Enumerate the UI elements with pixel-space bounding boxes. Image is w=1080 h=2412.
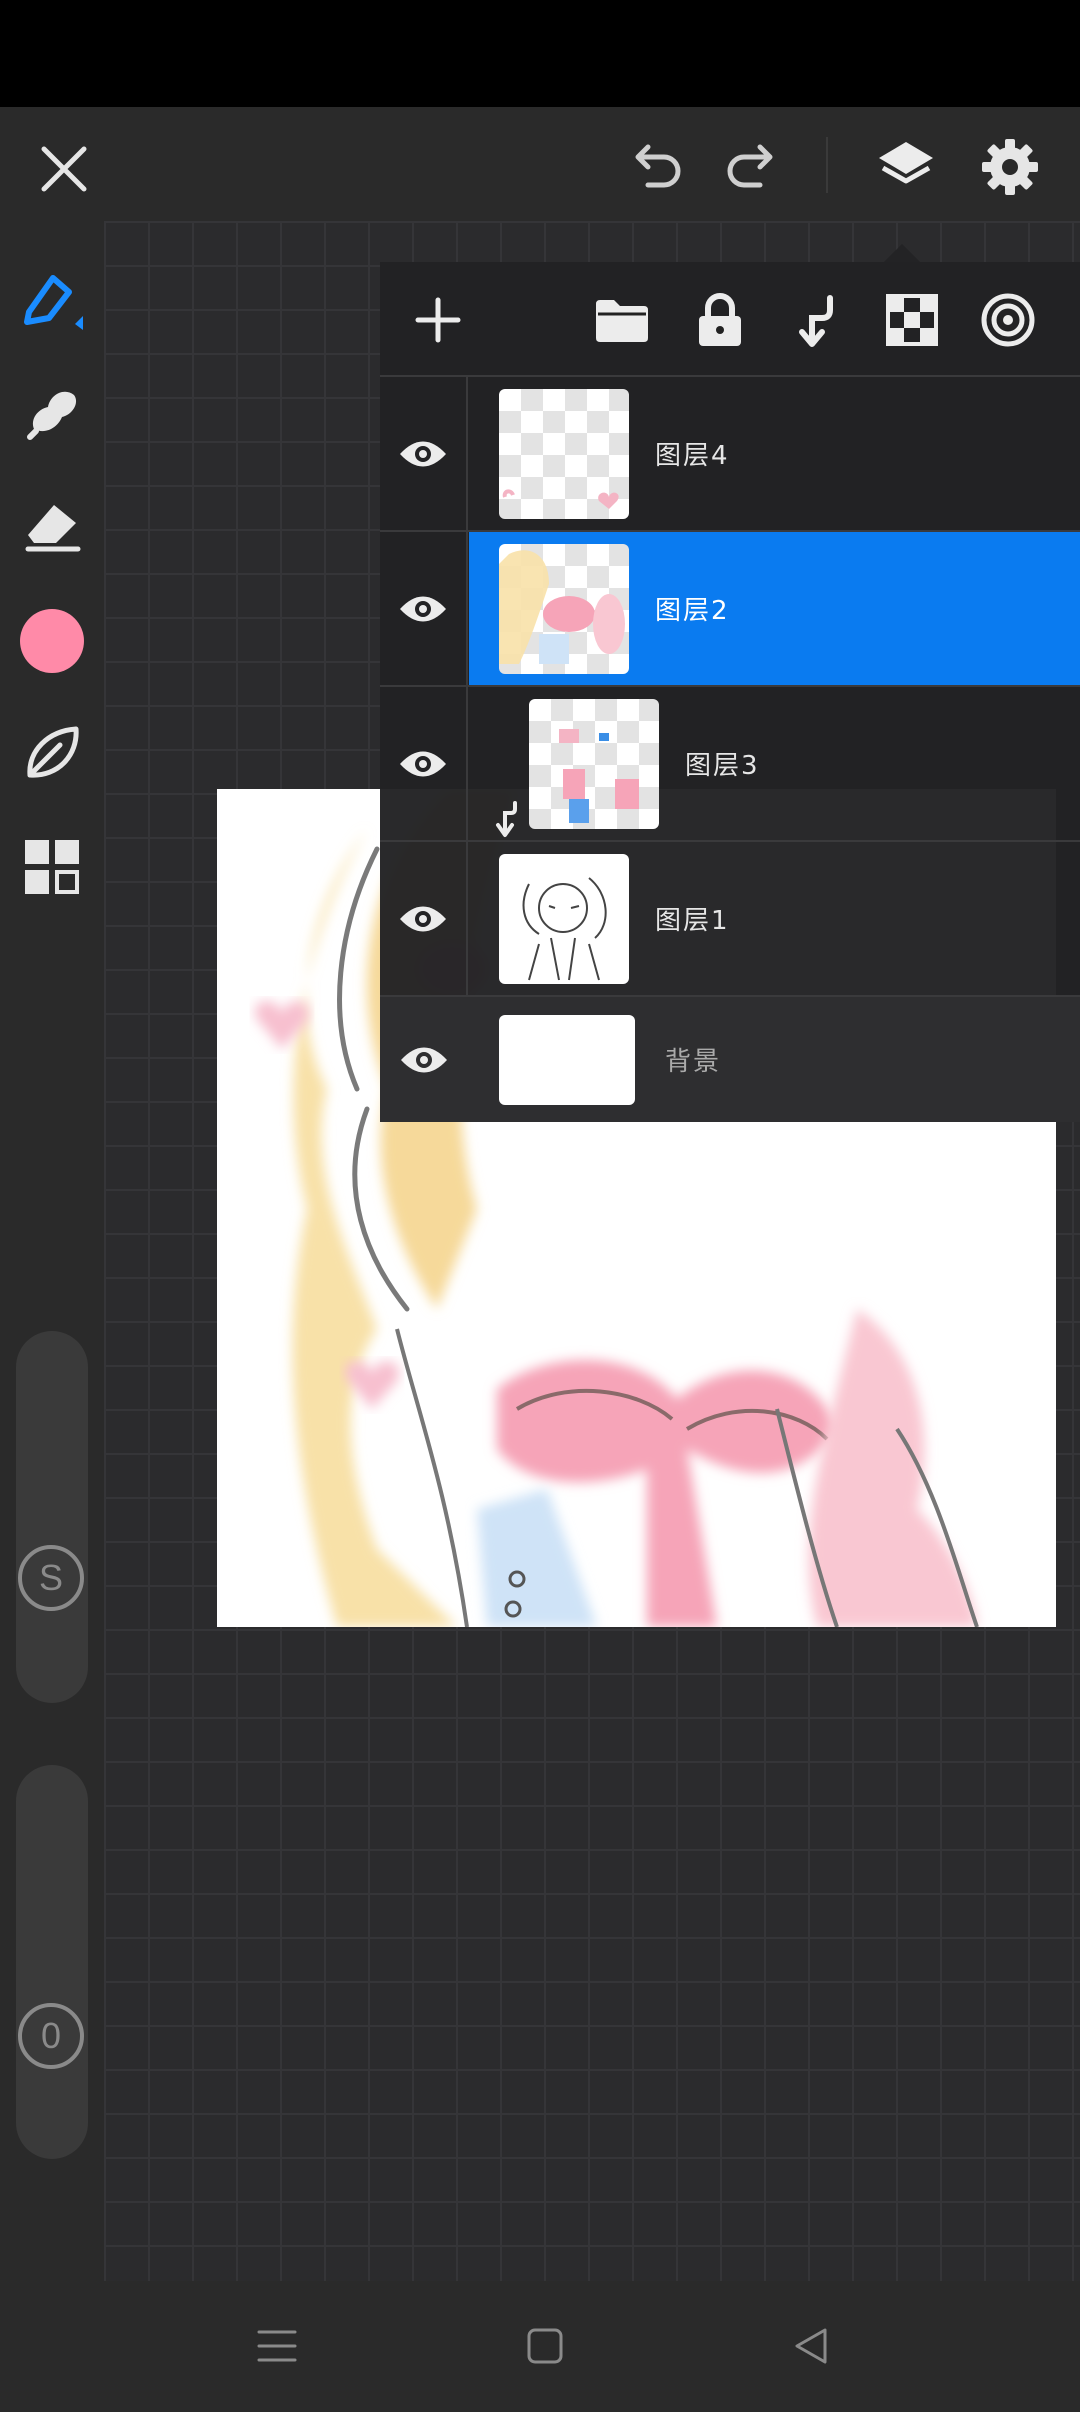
lock-icon bbox=[699, 293, 741, 346]
opacity-knob[interactable]: 0 bbox=[18, 2003, 84, 2069]
layer-thumbnail bbox=[499, 389, 629, 519]
pen-icon bbox=[24, 275, 83, 330]
leaf-icon bbox=[27, 726, 79, 778]
layer-name: 图层4 bbox=[655, 441, 730, 471]
home-button[interactable] bbox=[510, 2311, 580, 2381]
clip-indicator-icon bbox=[496, 801, 517, 837]
redo-button[interactable] bbox=[716, 131, 788, 203]
eraser-tool[interactable] bbox=[12, 483, 92, 563]
layer-thumbnail bbox=[499, 1015, 635, 1105]
back-button[interactable] bbox=[776, 2311, 846, 2381]
layers-button[interactable] bbox=[866, 127, 946, 207]
brush-size-slider[interactable] bbox=[16, 1331, 88, 1703]
eraser-icon bbox=[25, 505, 81, 552]
layer-row-background[interactable]: 背景 bbox=[380, 997, 1080, 1122]
color-button[interactable] bbox=[12, 601, 92, 681]
layer-row-clipped[interactable]: 图层3 bbox=[380, 687, 1080, 842]
layer-name: 图层1 bbox=[655, 906, 730, 936]
status-bar bbox=[0, 0, 1080, 107]
layer-row-selected[interactable]: 图层2 bbox=[380, 532, 1080, 687]
brush-size-knob[interactable]: S bbox=[18, 1545, 84, 1611]
left-toolbar: S 0 bbox=[0, 221, 104, 2281]
add-layer-button[interactable] bbox=[406, 288, 470, 352]
folder-button[interactable] bbox=[590, 288, 654, 352]
more-tools-button[interactable] bbox=[12, 827, 92, 907]
add-icon bbox=[415, 297, 461, 343]
layer-item[interactable]: 图层1 bbox=[469, 842, 1080, 995]
layers-panel-caret bbox=[884, 244, 920, 262]
clip-button[interactable] bbox=[784, 288, 848, 352]
menu-icon bbox=[257, 2330, 297, 2362]
clip-icon bbox=[799, 295, 833, 347]
lock-button[interactable] bbox=[688, 288, 752, 352]
visibility-toggle[interactable] bbox=[380, 842, 468, 995]
layer-effects-button[interactable] bbox=[976, 288, 1040, 352]
layer-thumbnail bbox=[529, 699, 659, 829]
layer-name: 背景 bbox=[665, 1047, 722, 1077]
brush-library-button[interactable] bbox=[12, 713, 92, 793]
layer-row[interactable]: 图层1 bbox=[380, 842, 1080, 997]
menu-button[interactable] bbox=[242, 2311, 312, 2381]
visibility-toggle[interactable] bbox=[380, 687, 468, 840]
transparency-button[interactable] bbox=[880, 288, 944, 352]
settings-button[interactable] bbox=[970, 127, 1050, 207]
layer-item[interactable]: 背景 bbox=[469, 997, 1080, 1122]
layer-thumbnail bbox=[499, 854, 629, 984]
color-swatch bbox=[20, 609, 84, 673]
layer-row[interactable]: 图层4 bbox=[380, 377, 1080, 532]
visibility-toggle[interactable] bbox=[380, 997, 468, 1122]
undo-icon bbox=[635, 144, 681, 188]
grid-icon bbox=[25, 840, 79, 894]
system-navigation-bar bbox=[0, 2281, 1080, 2412]
smudge-icon bbox=[27, 391, 77, 440]
gear-icon bbox=[982, 139, 1038, 195]
checker-icon bbox=[886, 294, 938, 346]
close-button[interactable] bbox=[28, 133, 100, 205]
close-icon bbox=[41, 146, 87, 192]
visibility-toggle[interactable] bbox=[380, 532, 468, 685]
divider bbox=[826, 137, 828, 193]
eye-icon bbox=[400, 441, 446, 466]
eye-icon bbox=[401, 1047, 447, 1072]
redo-icon bbox=[727, 144, 773, 188]
top-toolbar bbox=[0, 107, 1080, 221]
layer-item[interactable]: 图层4 bbox=[469, 377, 1080, 530]
target-icon bbox=[981, 293, 1035, 347]
layer-name: 图层2 bbox=[655, 596, 730, 626]
smudge-tool[interactable] bbox=[12, 371, 92, 451]
visibility-toggle[interactable] bbox=[380, 377, 468, 530]
opacity-slider[interactable] bbox=[16, 1765, 88, 2159]
layers-panel: 图层4 图层2 图层3 图层1 背景 bbox=[380, 262, 1080, 1122]
undo-button[interactable] bbox=[620, 131, 692, 203]
brush-size-label: S bbox=[38, 1557, 63, 1598]
eye-icon bbox=[400, 906, 446, 931]
layer-name: 图层3 bbox=[685, 751, 760, 781]
eye-icon bbox=[400, 751, 446, 776]
layer-thumbnail bbox=[499, 544, 629, 674]
layer-item[interactable]: 图层3 bbox=[469, 687, 1080, 840]
home-icon bbox=[527, 2328, 563, 2364]
pen-tool[interactable] bbox=[12, 259, 92, 339]
back-icon bbox=[795, 2328, 827, 2364]
layers-icon bbox=[879, 142, 933, 184]
eye-icon bbox=[400, 596, 446, 621]
folder-icon bbox=[596, 300, 648, 342]
layers-toolbar bbox=[380, 262, 1080, 377]
opacity-label: 0 bbox=[40, 2015, 62, 2056]
layer-item[interactable]: 图层2 bbox=[469, 532, 1080, 685]
